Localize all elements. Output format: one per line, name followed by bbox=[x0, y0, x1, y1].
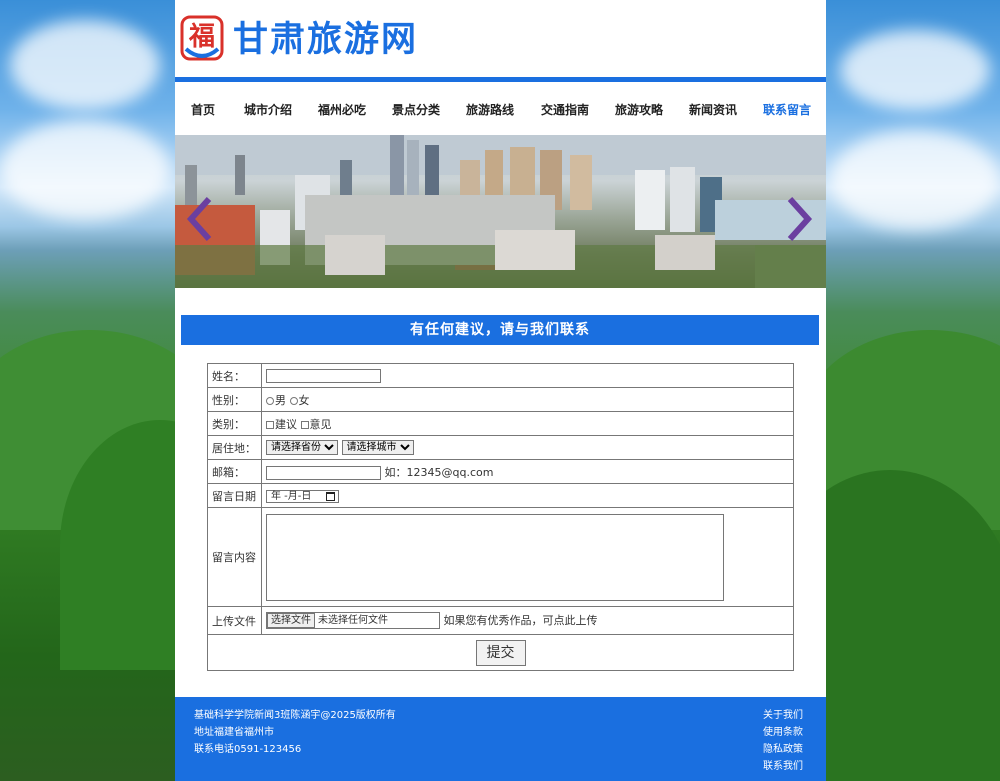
site-title: 甘肃旅游网 bbox=[233, 20, 419, 60]
svg-text:福: 福 bbox=[188, 22, 215, 52]
section-title: 有任何建议，请与我们联系 bbox=[181, 315, 819, 345]
banner-prev-arrow-icon[interactable] bbox=[185, 197, 215, 241]
email-input[interactable] bbox=[266, 465, 381, 480]
type-suggestion-checkbox[interactable]: 建议 bbox=[266, 418, 297, 431]
footer-phone: 联系电话0591-123456 bbox=[194, 744, 302, 755]
banner-next-arrow-icon[interactable] bbox=[784, 197, 814, 241]
nav-news[interactable]: 新闻资讯 bbox=[689, 96, 737, 124]
nav-transport[interactable]: 交通指南 bbox=[541, 96, 589, 124]
type-label: 类别： bbox=[207, 411, 262, 436]
main-nav: 首页 城市介绍 福州必吃 景点分类 旅游路线 交通指南 旅游攻略 新闻资讯 联系… bbox=[175, 96, 826, 124]
name-label: 姓名： bbox=[207, 363, 262, 388]
name-input[interactable] bbox=[266, 368, 381, 383]
gender-label: 性别： bbox=[207, 387, 262, 412]
site-footer: 基础科学学院新闻3班陈涵宇@2025版权所有 地址福建省福州市 联系电话0591… bbox=[175, 697, 826, 781]
email-hint: 如：12345@qq.com bbox=[384, 465, 494, 479]
footer-link-terms[interactable]: 使用条款 bbox=[763, 723, 803, 738]
nav-city-intro[interactable]: 城市介绍 bbox=[244, 96, 292, 124]
fu-logo-icon: 福 bbox=[180, 15, 224, 61]
file-status: 未选择任何文件 bbox=[318, 615, 388, 627]
city-banner bbox=[175, 135, 826, 288]
residence-label: 居住地： bbox=[207, 435, 262, 460]
footer-address: 地址福建省福州市 bbox=[194, 727, 274, 738]
footer-link-about[interactable]: 关于我们 bbox=[763, 706, 803, 721]
file-input[interactable]: 选择文件 未选择任何文件 bbox=[266, 612, 440, 630]
nav-attractions[interactable]: 景点分类 bbox=[392, 96, 440, 124]
footer-copyright: 基础科学学院新闻3班陈涵宇@2025版权所有 bbox=[194, 710, 396, 721]
upload-label: 上传文件 bbox=[207, 606, 262, 635]
message-textarea[interactable] bbox=[266, 513, 724, 601]
footer-link-privacy[interactable]: 隐私政策 bbox=[763, 740, 803, 755]
province-select[interactable]: 请选择省份 bbox=[266, 440, 338, 455]
calendar-icon[interactable] bbox=[326, 491, 335, 501]
choose-file-button[interactable]: 选择文件 bbox=[267, 613, 315, 629]
gender-male-radio[interactable]: 男 bbox=[266, 394, 286, 407]
site-header: 福 甘肃旅游网 bbox=[175, 0, 826, 78]
footer-link-contact[interactable]: 联系我们 bbox=[763, 757, 803, 772]
nav-guides[interactable]: 旅游攻略 bbox=[615, 96, 663, 124]
email-label: 邮箱： bbox=[207, 459, 262, 484]
nav-routes[interactable]: 旅游路线 bbox=[466, 96, 514, 124]
city-select[interactable]: 请选择城市 bbox=[341, 440, 414, 455]
upload-hint: 如果您有优秀作品，可点此上传 bbox=[443, 613, 598, 627]
gender-female-radio[interactable]: 女 bbox=[289, 394, 310, 407]
message-label: 留言内容 bbox=[207, 507, 262, 607]
page-container: 福 甘肃旅游网 首页 城市介绍 福州必吃 景点分类 旅游路线 交通指南 旅游攻略… bbox=[175, 0, 826, 781]
nav-home[interactable]: 首页 bbox=[191, 96, 215, 124]
nav-contact[interactable]: 联系留言 bbox=[763, 96, 811, 124]
type-opinion-checkbox[interactable]: 意见 bbox=[300, 418, 332, 431]
date-label: 留言日期 bbox=[207, 483, 262, 508]
city-skyline-image bbox=[175, 135, 826, 288]
header-divider bbox=[175, 77, 826, 82]
date-input[interactable]: 年 -月-日 bbox=[266, 489, 339, 503]
nav-must-eat[interactable]: 福州必吃 bbox=[318, 96, 366, 124]
contact-form: 姓名： 性别： 男 女 类别： 建议 意见 居住地： 请选择省份 请选择城市 邮… bbox=[207, 363, 794, 671]
submit-button[interactable]: 提交 bbox=[475, 639, 526, 666]
